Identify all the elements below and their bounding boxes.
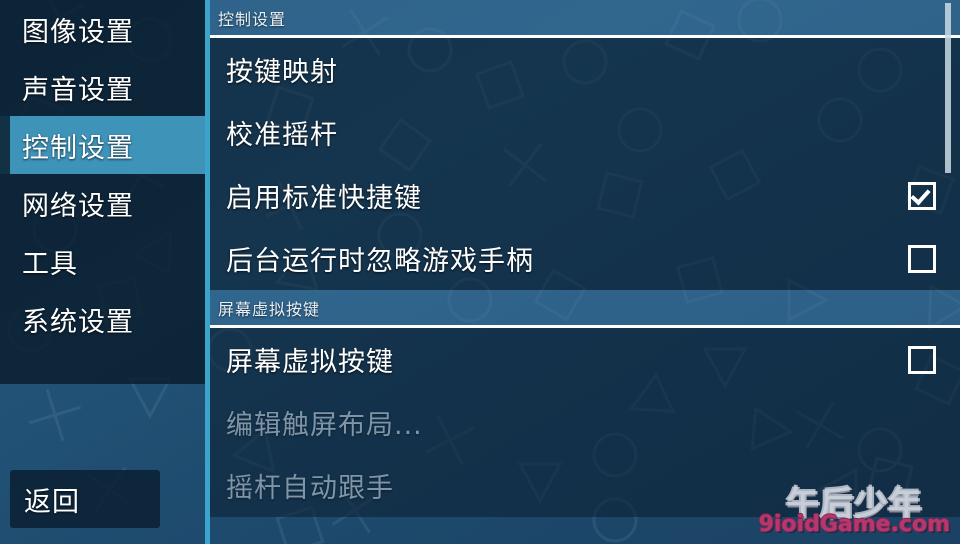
row-label: 启用标准快捷键 <box>226 183 422 214</box>
checkbox-onscreen-controls[interactable] <box>908 345 936 374</box>
sidebar-item-label: 网络设置 <box>22 190 134 222</box>
sidebar-item-tools[interactable]: 工具 <box>0 232 205 290</box>
sidebar-item-audio-settings[interactable]: 声音设置 <box>0 58 205 116</box>
sidebar-item-label: 声音设置 <box>22 74 134 106</box>
checkbox-ignore-gamepad-in-background[interactable] <box>908 244 936 273</box>
section-header-label: 屏幕虚拟按键 <box>218 299 321 319</box>
sidebar-nav-list: 图像设置 声音设置 控制设置 网络设置 工具 系统设置 <box>0 0 205 348</box>
section-control-settings: 控制设置 按键映射 校准摇杆 启用标准快捷键 后台运行时忽略游戏手柄 <box>210 0 960 290</box>
scrollbar-thumb[interactable] <box>945 3 951 173</box>
section-header-label: 控制设置 <box>218 9 287 29</box>
row-calibrate-analog-stick[interactable]: 校准摇杆 <box>210 101 960 164</box>
sidebar-accent-divider <box>205 0 210 544</box>
row-label: 按键映射 <box>226 57 338 88</box>
row-ignore-gamepad-in-background[interactable]: 后台运行时忽略游戏手柄 <box>210 227 960 290</box>
sidebar-item-label: 控制设置 <box>22 132 134 164</box>
sidebar: 图像设置 声音设置 控制设置 网络设置 工具 系统设置 返回 <box>0 0 205 544</box>
sidebar-item-control-settings[interactable]: 控制设置 <box>0 116 205 174</box>
sidebar-item-label: 图像设置 <box>22 16 134 48</box>
section-panel-onscreen-controls: 屏幕虚拟按键 编辑触屏布局... 摇杆自动跟手 <box>210 328 960 517</box>
row-onscreen-controls[interactable]: 屏幕虚拟按键 <box>210 328 960 391</box>
section-header-onscreen-controls: 屏幕虚拟按键 <box>210 290 960 328</box>
row-auto-follow-analog-stick: 摇杆自动跟手 <box>210 454 960 517</box>
row-label: 屏幕虚拟按键 <box>226 347 394 378</box>
back-button-label: 返回 <box>24 486 80 518</box>
sidebar-item-image-settings[interactable]: 图像设置 <box>0 0 205 58</box>
section-onscreen-controls: 屏幕虚拟按键 屏幕虚拟按键 编辑触屏布局... 摇杆自动跟手 <box>210 290 960 517</box>
section-header-control-settings: 控制设置 <box>210 0 960 38</box>
back-button[interactable]: 返回 <box>10 470 160 528</box>
row-label: 编辑触屏布局... <box>226 410 423 441</box>
section-panel-control-settings: 按键映射 校准摇杆 启用标准快捷键 后台运行时忽略游戏手柄 <box>210 38 960 290</box>
settings-content: 控制设置 按键映射 校准摇杆 启用标准快捷键 后台运行时忽略游戏手柄 屏幕虚拟按… <box>210 0 960 544</box>
checkbox-enable-standard-shortcuts[interactable] <box>908 181 936 210</box>
settings-screen: 图像设置 声音设置 控制设置 网络设置 工具 系统设置 返回 控制设置 按键映射… <box>0 0 960 544</box>
row-label: 校准摇杆 <box>226 120 338 151</box>
row-enable-standard-shortcuts[interactable]: 启用标准快捷键 <box>210 164 960 227</box>
row-edit-touch-layout: 编辑触屏布局... <box>210 391 960 454</box>
sidebar-item-label: 工具 <box>22 248 78 280</box>
sidebar-item-network-settings[interactable]: 网络设置 <box>0 174 205 232</box>
row-label: 后台运行时忽略游戏手柄 <box>226 246 534 277</box>
row-key-mapping[interactable]: 按键映射 <box>210 38 960 101</box>
sidebar-item-label: 系统设置 <box>22 306 134 338</box>
row-label: 摇杆自动跟手 <box>226 473 394 504</box>
sidebar-item-system-settings[interactable]: 系统设置 <box>0 290 205 348</box>
